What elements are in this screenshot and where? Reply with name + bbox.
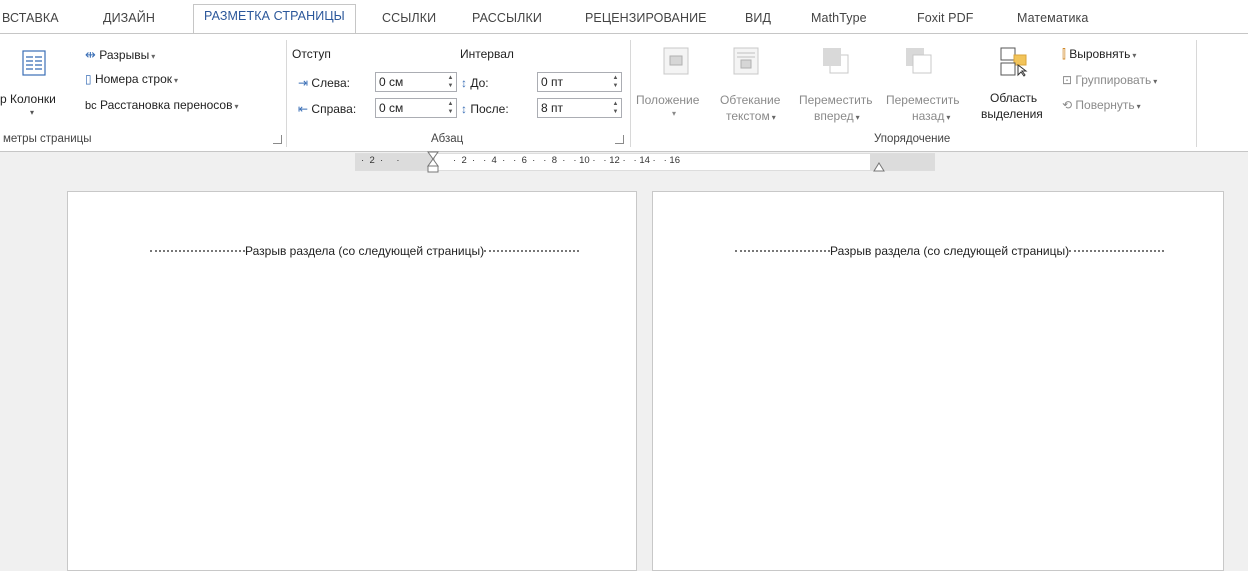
section-break-marker: Разрыв раздела (со следующей страницы) xyxy=(150,244,580,258)
bring-forward-icon xyxy=(822,47,850,78)
spacing-before-label: ↕ До: xyxy=(461,76,489,90)
hyphenation-button[interactable]: bc Расстановка переносов ▾ xyxy=(85,98,239,112)
breaks-dropdown-icon: ▾ xyxy=(151,52,156,61)
breaks-icon: ⇹ xyxy=(85,47,96,62)
ruler-ticks: · 2 · · 4 · · 6 · · 8 · · 10 · · 12 · · … xyxy=(453,155,680,166)
group-objects-button[interactable]: ⊡ Группировать ▾ xyxy=(1062,73,1157,87)
page-setup-group-label: метры страницы xyxy=(3,133,92,145)
spacing-header: Интервал xyxy=(460,47,514,61)
tab-view[interactable]: ВИД xyxy=(745,11,771,25)
line-numbers-dropdown-icon: ▾ xyxy=(174,76,179,85)
rotate-dropdown-icon: ▾ xyxy=(1136,102,1141,111)
arrange-group-label: Упорядочение xyxy=(874,133,951,145)
send-backward-button-line2[interactable]: назад ▾ xyxy=(912,109,950,123)
ruler-left-ticks: · 2 · · xyxy=(361,155,400,166)
tab-mathtype[interactable]: MathType xyxy=(811,11,867,25)
wrap-text-button[interactable]: Обтекание xyxy=(720,93,780,107)
tab-references[interactable]: ССЫЛКИ xyxy=(382,11,436,25)
spacing-before-icon: ↕ xyxy=(461,76,467,90)
spacing-after-icon: ↕ xyxy=(461,102,467,116)
wrap-text-button-line2[interactable]: текстом ▾ xyxy=(726,109,776,123)
indent-left-icon: ⇥ xyxy=(298,76,309,90)
indent-left-spin-icon[interactable]: ▲ ▼ xyxy=(446,74,455,90)
position-icon xyxy=(663,47,689,78)
bring-forward-dropdown-icon: ▾ xyxy=(855,113,860,122)
hyphenation-icon: bc xyxy=(85,100,97,112)
group-separator xyxy=(1196,40,1197,147)
tab-mailings[interactable]: РАССЫЛКИ xyxy=(472,11,542,25)
indent-right-spin-icon[interactable]: ▲ ▼ xyxy=(446,100,455,116)
wrap-text-dropdown-icon: ▾ xyxy=(771,113,776,122)
rotate-button[interactable]: ⟲ Повернуть ▾ xyxy=(1062,98,1141,112)
indent-right-input[interactable]: 0 см ▲ ▼ xyxy=(375,98,457,118)
tab-insert[interactable]: ВСТАВКА xyxy=(2,11,59,25)
spacing-after-label: ↕ После: xyxy=(461,102,509,116)
ribbon-panel: р Колонки ▾ ⇹ Разрывы ▾ ▯ Номера строк ▾ b… xyxy=(0,33,1248,152)
paragraph-dialog-launcher-icon[interactable] xyxy=(615,135,624,144)
group-objects-dropdown-icon: ▾ xyxy=(1153,77,1158,86)
group-separator xyxy=(286,40,287,147)
horizontal-ruler[interactable]: · 2 · · · 2 · · 4 · · 6 · · 8 · · 10 · ·… xyxy=(355,151,935,173)
align-icon: ⫿ xyxy=(1062,47,1066,61)
line-numbers-button[interactable]: ▯ Номера строк ▾ xyxy=(85,72,178,86)
paragraph-group-label: Абзац xyxy=(431,133,464,145)
indent-left-input[interactable]: 0 см ▲ ▼ xyxy=(375,72,457,92)
indent-left-label: ⇥ Слева: xyxy=(298,76,350,90)
bring-forward-button-line2[interactable]: вперед ▾ xyxy=(814,109,860,123)
spacing-before-input[interactable]: 0 пт ▲ ▼ xyxy=(537,72,622,92)
selection-pane-icon xyxy=(1000,47,1030,80)
columns-dropdown-arrow[interactable]: ▾ xyxy=(30,108,34,117)
right-indent-marker-icon[interactable] xyxy=(873,161,885,175)
selection-pane-button[interactable]: Область xyxy=(990,91,1037,105)
hyphenation-dropdown-icon: ▾ xyxy=(234,102,239,111)
group-objects-icon: ⊡ xyxy=(1062,73,1073,87)
columns-icon xyxy=(22,50,46,79)
page-setup-dialog-launcher-icon[interactable] xyxy=(273,135,282,144)
tab-mathematics[interactable]: Математика xyxy=(1017,11,1088,25)
align-button[interactable]: ⫿ Выровнять ▾ xyxy=(1062,47,1136,62)
selection-pane-button-line2[interactable]: выделения xyxy=(981,107,1043,121)
first-line-indent-marker-icon[interactable] xyxy=(427,151,439,178)
document-page[interactable]: Разрыв раздела (со следующей страницы) xyxy=(67,191,637,571)
position-dropdown-icon[interactable]: ▾ xyxy=(672,109,676,118)
send-backward-dropdown-icon: ▾ xyxy=(946,113,951,122)
tab-design[interactable]: ДИЗАЙН xyxy=(103,11,155,25)
send-backward-button[interactable]: Переместить xyxy=(886,93,960,107)
spacing-before-spin-icon[interactable]: ▲ ▼ xyxy=(611,74,620,90)
send-backward-icon xyxy=(905,47,933,78)
wrap-text-icon xyxy=(733,47,759,78)
position-button[interactable]: Положение xyxy=(636,93,699,107)
rotate-icon: ⟲ xyxy=(1062,98,1073,112)
section-break-marker: Разрыв раздела (со следующей страницы) xyxy=(735,244,1165,258)
line-numbers-icon: ▯ xyxy=(85,72,92,86)
tab-foxit-pdf[interactable]: Foxit PDF xyxy=(917,11,973,25)
document-page[interactable]: Разрыв раздела (со следующей страницы) xyxy=(652,191,1224,571)
spacing-after-spin-icon[interactable]: ▲ ▼ xyxy=(611,100,620,116)
indent-header: Отступ xyxy=(292,47,331,61)
tab-review[interactable]: РЕЦЕНЗИРОВАНИЕ xyxy=(585,11,707,25)
ribbon-tabs: ВСТАВКА ДИЗАЙН РАЗМЕТКА СТРАНИЦЫ ССЫЛКИ … xyxy=(0,0,1248,34)
bring-forward-button[interactable]: Переместить xyxy=(799,93,873,107)
columns-button[interactable]: р Колонки xyxy=(0,92,56,106)
indent-right-icon: ⇤ xyxy=(298,102,309,116)
group-separator xyxy=(630,40,631,147)
spacing-after-input[interactable]: 8 пт ▲ ▼ xyxy=(537,98,622,118)
align-dropdown-icon: ▾ xyxy=(1132,51,1137,60)
tab-page-layout[interactable]: РАЗМЕТКА СТРАНИЦЫ xyxy=(193,4,356,34)
indent-right-label: ⇤ Справа: xyxy=(298,102,357,116)
breaks-button[interactable]: ⇹ Разрывы ▾ xyxy=(85,47,155,63)
